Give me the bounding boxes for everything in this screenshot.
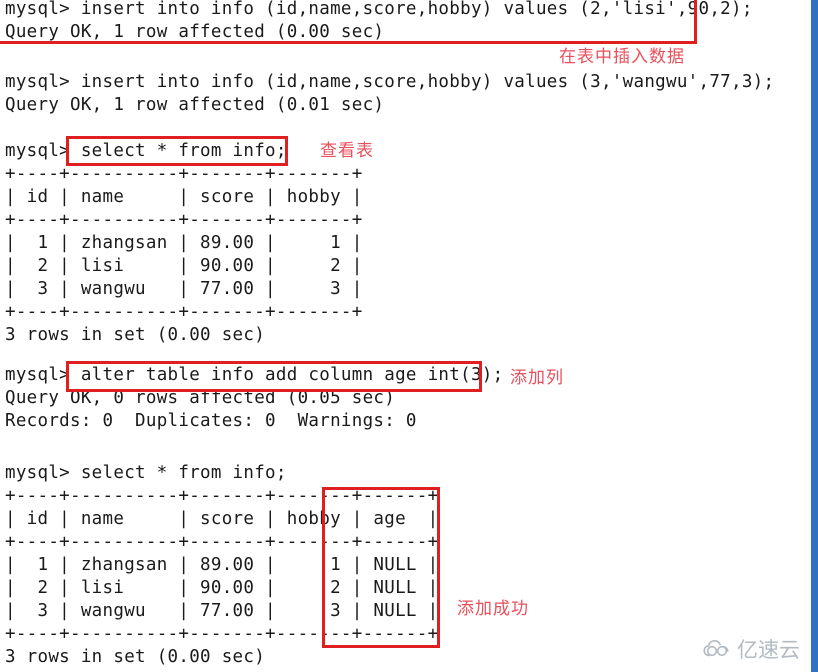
- terminal-line: +----+----------+-------+-------+------+: [5, 624, 439, 644]
- terminal-line: mysql> insert into info (id,name,score,h…: [5, 72, 775, 92]
- terminal-line: 3 rows in set (0.00 sec): [5, 647, 266, 667]
- annotation-view-table: 查看表: [320, 141, 374, 161]
- terminal-line: | id | name | score | hobby |: [5, 187, 363, 207]
- watermark: 亿速云: [703, 634, 800, 664]
- terminal-line: mysql> select * from info;: [5, 463, 287, 483]
- vertical-scrollbar[interactable]: [811, 0, 818, 672]
- terminal-line: +----+----------+-------+-------+: [5, 164, 363, 184]
- terminal-line: Records: 0 Duplicates: 0 Warnings: 0: [5, 411, 417, 431]
- terminal-line: | id | name | score | hobby | age |: [5, 509, 439, 529]
- terminal-line: | 3 | wangwu | 77.00 | 3 |: [5, 279, 363, 299]
- screenshot-root: mysql> insert into info (id,name,score,h…: [0, 0, 818, 672]
- terminal-line: | 2 | lisi | 90.00 | 2 | NULL |: [5, 578, 439, 598]
- watermark-text: 亿速云: [737, 638, 800, 662]
- mysql-terminal-output: mysql> insert into info (id,name,score,h…: [0, 0, 818, 672]
- terminal-line: mysql> insert into info (id,name,score,h…: [5, 0, 753, 19]
- terminal-line: Query OK, 1 row affected (0.00 sec): [5, 22, 385, 42]
- terminal-line: Query OK, 0 rows affected (0.05 sec): [5, 388, 396, 408]
- terminal-line: | 1 | zhangsan | 89.00 | 1 | NULL |: [5, 555, 439, 575]
- annotation-insert-data: 在表中插入数据: [559, 47, 685, 67]
- terminal-line: | 2 | lisi | 90.00 | 2 |: [5, 256, 363, 276]
- terminal-line: Query OK, 1 row affected (0.01 sec): [5, 95, 385, 115]
- terminal-line: mysql> select * from info;: [5, 141, 287, 161]
- annotation-add-column: 添加列: [510, 368, 564, 388]
- terminal-line: +----+----------+-------+-------+------+: [5, 486, 439, 506]
- cloud-logo-icon: [703, 639, 733, 659]
- terminal-line: +----+----------+-------+-------+: [5, 302, 363, 322]
- terminal-line: mysql> alter table info add column age i…: [5, 365, 504, 385]
- terminal-line: 3 rows in set (0.00 sec): [5, 325, 266, 345]
- terminal-line: +----+----------+-------+-------+------+: [5, 532, 439, 552]
- terminal-line: +----+----------+-------+-------+: [5, 210, 363, 230]
- annotation-add-success: 添加成功: [457, 599, 529, 619]
- terminal-line: | 1 | zhangsan | 89.00 | 1 |: [5, 233, 363, 253]
- terminal-line: | 3 | wangwu | 77.00 | 3 | NULL |: [5, 601, 439, 621]
